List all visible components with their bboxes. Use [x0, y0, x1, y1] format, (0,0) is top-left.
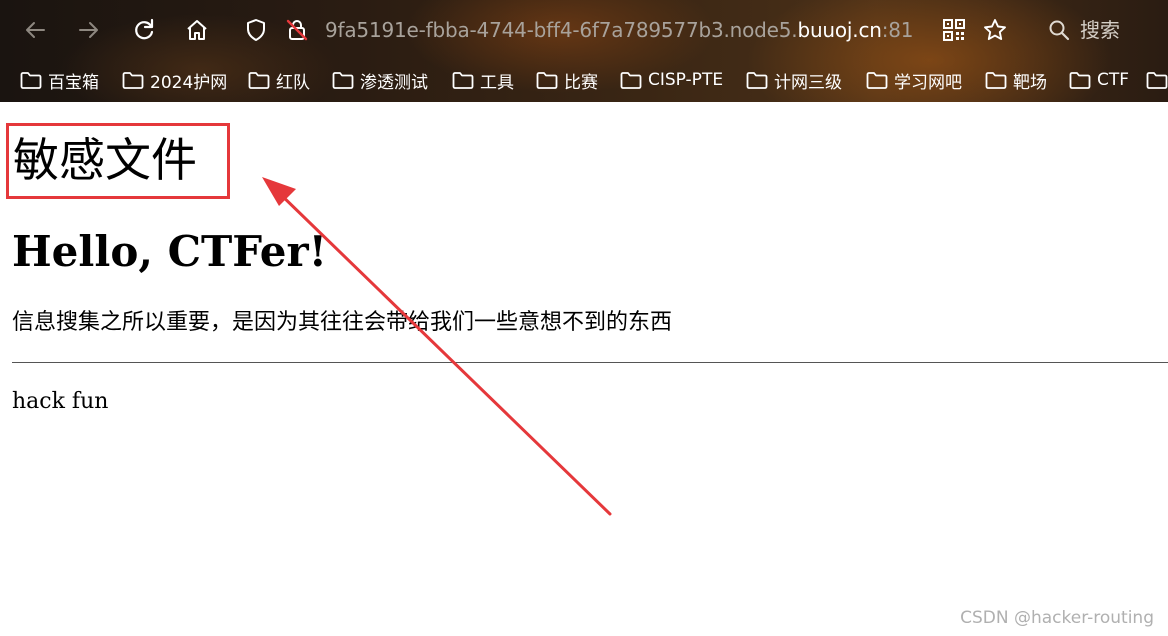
arrow-left-icon[interactable] — [20, 14, 50, 46]
search-box-label[interactable]: 搜索 — [1080, 16, 1120, 44]
bookmark-folder[interactable]: 靶场 — [985, 62, 1047, 98]
bookmark-label: 计网三级 — [774, 72, 842, 93]
bookmark-folder[interactable]: 百宝箱 — [20, 62, 99, 98]
folder-icon — [985, 71, 1007, 89]
address-bar-url[interactable]: 9fa5191e-fbba-4744-bff4-6f7a789577b3.nod… — [325, 16, 914, 44]
folder-icon — [620, 71, 642, 89]
bookmark-folder[interactable]: 工具 — [452, 62, 514, 98]
url-domain: buuoj.cn — [797, 18, 882, 42]
browser-toolbar: 9fa5191e-fbba-4744-bff4-6f7a789577b3.nod… — [0, 0, 1168, 60]
bookmark-folder[interactable]: 红队 — [248, 62, 310, 98]
folder-icon — [332, 71, 354, 89]
page-heading: Hello, CTFer! — [12, 227, 328, 276]
folder-icon — [1069, 71, 1091, 89]
folder-icon — [122, 71, 144, 89]
bookmark-label: 红队 — [276, 72, 310, 93]
watermark: CSDN @hacker-routing — [960, 608, 1154, 628]
folder-icon — [20, 71, 42, 89]
bookmark-folder[interactable]: 比赛 — [536, 62, 598, 98]
folder-icon — [536, 71, 558, 89]
folder-icon — [866, 71, 888, 89]
bookmark-folder[interactable]: CTF — [1069, 62, 1129, 98]
bookmark-label: 2024护网 — [150, 72, 228, 93]
bookmark-folder[interactable]: 渗透测试 — [332, 62, 428, 98]
bookmark-folder[interactable]: 学习网吧 — [866, 62, 962, 98]
bookmark-label: CTF — [1097, 70, 1130, 90]
page-content: 敏感文件 Hello, CTFer! 信息搜集之所以重要，是因为其往往会带给我们… — [0, 102, 1168, 636]
bookmark-label: 渗透测试 — [360, 72, 428, 93]
horizontal-rule — [12, 362, 1168, 363]
page-footer-text: hack fun — [12, 389, 109, 414]
search-icon[interactable] — [1044, 14, 1074, 46]
bookmark-label: 百宝箱 — [48, 72, 99, 93]
bookmark-overflow[interactable] — [1146, 62, 1168, 98]
url-prefix: 9fa5191e-fbba-4744-bff4-6f7a789577b3.nod… — [325, 18, 798, 42]
folder-icon — [452, 71, 474, 89]
page-title: 敏感文件 — [13, 133, 197, 187]
star-icon[interactable] — [980, 14, 1010, 46]
bookmark-label: CISP-PTE — [648, 70, 724, 90]
bookmark-folder[interactable]: CISP-PTE — [620, 62, 723, 98]
arrow-right-icon[interactable] — [74, 14, 104, 46]
folder-icon — [248, 71, 270, 89]
bookmark-label: 工具 — [480, 72, 514, 93]
bookmark-label: 比赛 — [564, 72, 598, 93]
bookmark-folder[interactable]: 计网三级 — [746, 62, 842, 98]
bookmark-label: 学习网吧 — [894, 72, 962, 93]
insecure-lock-icon[interactable] — [282, 14, 312, 46]
bookmarks-bar: 百宝箱 2024护网 红队 渗透测试 工具 比赛 CISP-PTE 计网三级 学… — [0, 62, 1168, 98]
bookmark-label: 靶场 — [1013, 72, 1047, 93]
folder-icon — [1146, 71, 1168, 89]
reload-icon[interactable] — [129, 14, 159, 46]
qr-code-icon[interactable] — [939, 14, 969, 46]
shield-icon[interactable] — [241, 14, 271, 46]
page-description: 信息搜集之所以重要，是因为其往往会带给我们一些意想不到的东西 — [12, 310, 673, 335]
folder-icon — [746, 71, 768, 89]
browser-chrome: 9fa5191e-fbba-4744-bff4-6f7a789577b3.nod… — [0, 0, 1168, 102]
bookmark-folder[interactable]: 2024护网 — [122, 62, 227, 98]
home-icon[interactable] — [182, 14, 212, 46]
url-suffix: :81 — [881, 18, 914, 42]
